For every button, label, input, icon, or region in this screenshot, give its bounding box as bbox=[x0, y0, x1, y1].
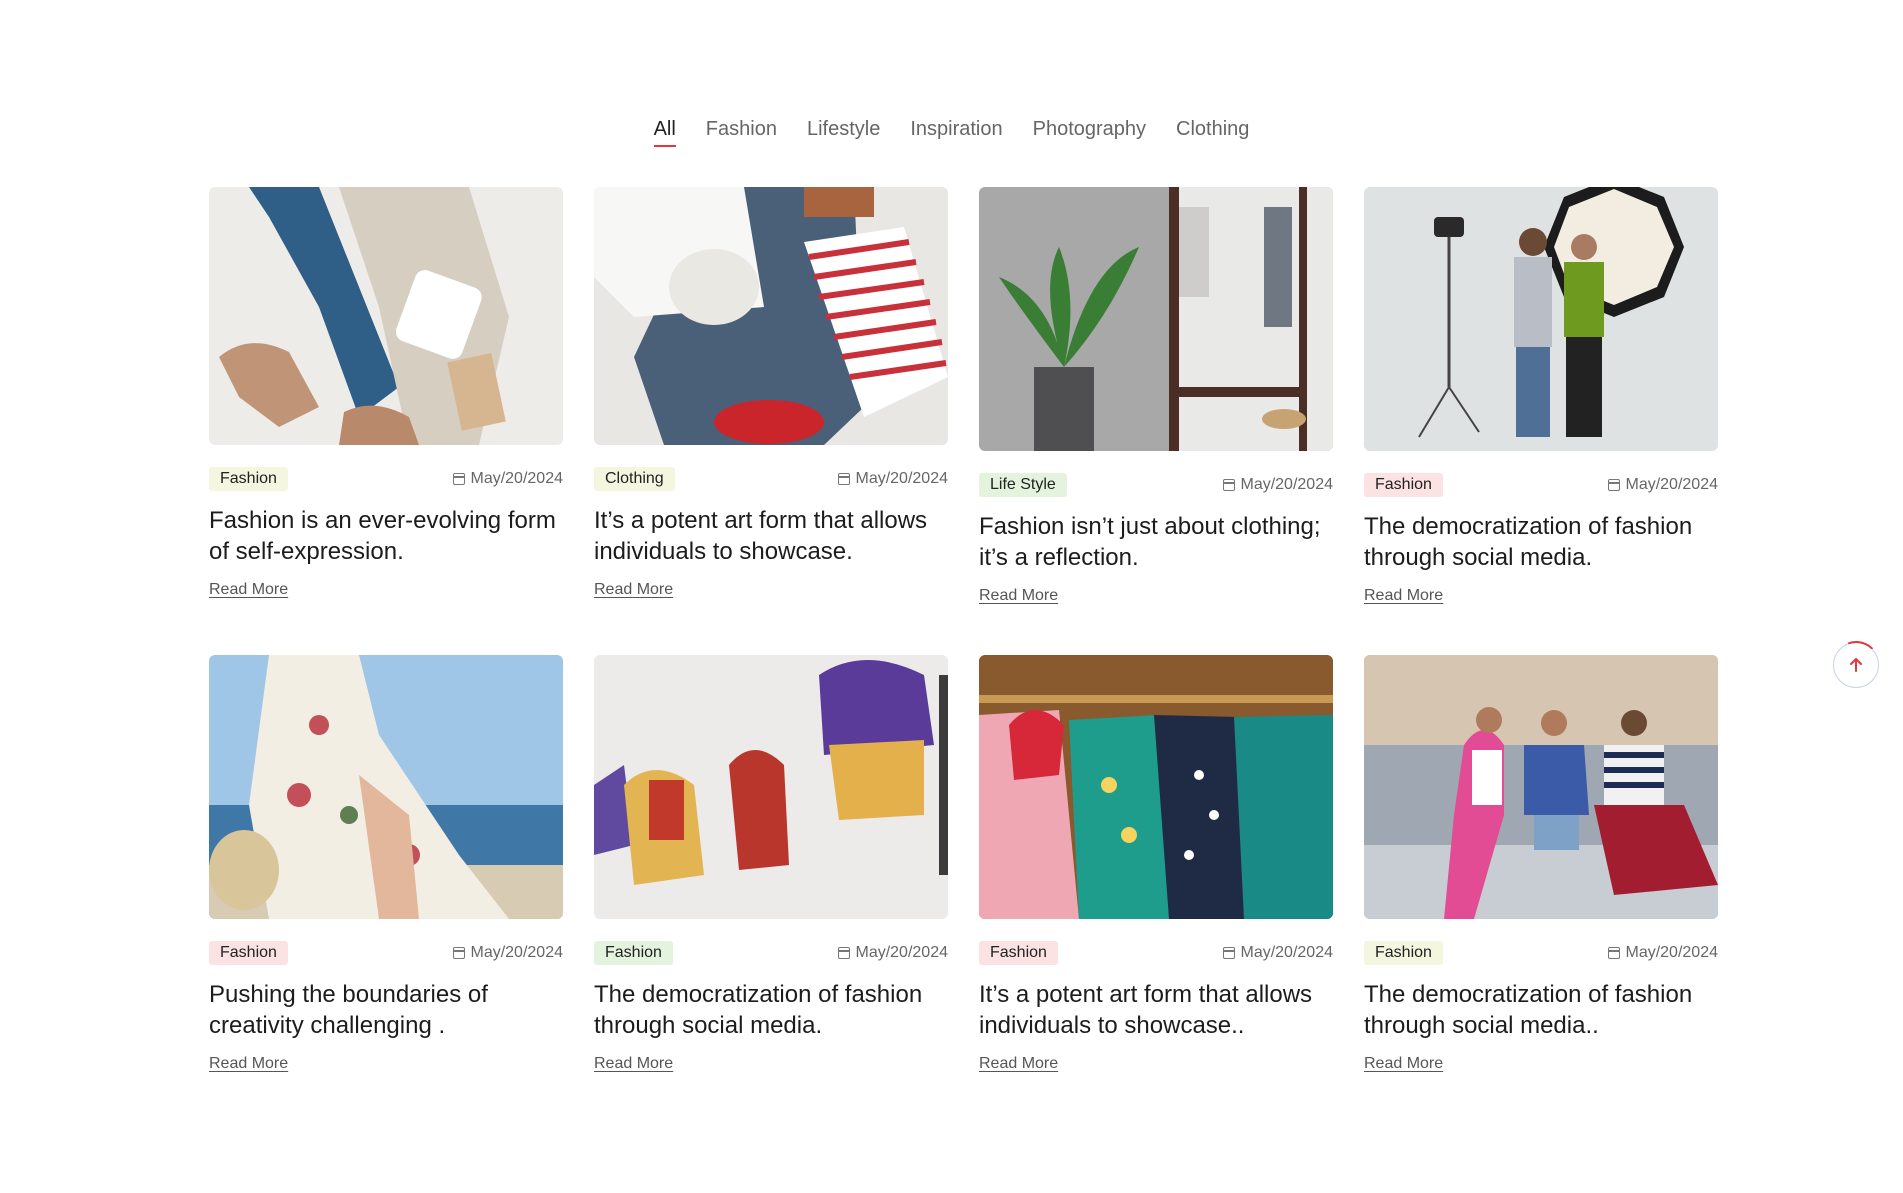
category-tag[interactable]: Life Style bbox=[979, 473, 1067, 497]
read-more-link[interactable]: Read More bbox=[209, 1055, 288, 1073]
read-more-link[interactable]: Read More bbox=[979, 587, 1058, 605]
filter-tab-inspiration[interactable]: Inspiration bbox=[910, 118, 1002, 147]
post-title[interactable]: Fashion is an ever-evolving form of self… bbox=[209, 505, 563, 567]
post-card: Fashion May/20/2024 The democratization … bbox=[594, 655, 948, 1073]
filter-tab-all[interactable]: All bbox=[653, 118, 677, 147]
post-grid: Fashion May/20/2024 Fashion is an ever-e… bbox=[209, 187, 1729, 1073]
post-date: May/20/2024 bbox=[1223, 476, 1333, 494]
post-image[interactable] bbox=[209, 187, 563, 445]
post-title[interactable]: It’s a potent art form that allows indiv… bbox=[979, 979, 1333, 1041]
post-date: May/20/2024 bbox=[838, 470, 948, 488]
post-title[interactable]: Pushing the boundaries of creativity cha… bbox=[209, 979, 563, 1041]
read-more-link[interactable]: Read More bbox=[979, 1055, 1058, 1073]
calendar-icon bbox=[1223, 947, 1236, 959]
post-date: May/20/2024 bbox=[1608, 476, 1718, 494]
post-title[interactable]: The democratization of fashion through s… bbox=[594, 979, 948, 1041]
calendar-icon bbox=[838, 947, 851, 959]
category-tag[interactable]: Fashion bbox=[594, 941, 673, 965]
filter-tab-clothing[interactable]: Clothing bbox=[1176, 118, 1249, 147]
category-tag[interactable]: Fashion bbox=[1364, 473, 1443, 497]
read-more-link[interactable]: Read More bbox=[1364, 1055, 1443, 1073]
category-tag[interactable]: Fashion bbox=[209, 467, 288, 491]
filter-tab-fashion[interactable]: Fashion bbox=[706, 118, 777, 147]
post-title[interactable]: Fashion isn’t just about clothing; it’s … bbox=[979, 511, 1333, 573]
scroll-to-top-button[interactable] bbox=[1833, 642, 1879, 688]
post-date: May/20/2024 bbox=[838, 944, 948, 962]
category-filter: All Fashion Lifestyle Inspiration Photog… bbox=[0, 118, 1903, 147]
post-card: Fashion May/20/2024 It’s a potent art fo… bbox=[979, 655, 1333, 1073]
category-tag[interactable]: Fashion bbox=[209, 941, 288, 965]
post-title[interactable]: The democratization of fashion through s… bbox=[1364, 511, 1718, 573]
post-image[interactable] bbox=[594, 187, 948, 445]
read-more-link[interactable]: Read More bbox=[209, 581, 288, 599]
post-image[interactable] bbox=[1364, 187, 1718, 451]
category-tag[interactable]: Fashion bbox=[979, 941, 1058, 965]
post-title[interactable]: The democratization of fashion through s… bbox=[1364, 979, 1718, 1041]
post-card: Fashion May/20/2024 The democratization … bbox=[1364, 187, 1718, 605]
calendar-icon bbox=[453, 473, 466, 485]
arrow-up-icon bbox=[1850, 658, 1862, 672]
post-card: Clothing May/20/2024 It’s a potent art f… bbox=[594, 187, 948, 605]
calendar-icon bbox=[1223, 479, 1236, 491]
read-more-link[interactable]: Read More bbox=[594, 581, 673, 599]
post-image[interactable] bbox=[979, 655, 1333, 919]
post-date: May/20/2024 bbox=[453, 944, 563, 962]
read-more-link[interactable]: Read More bbox=[594, 1055, 673, 1073]
post-card: Life Style May/20/2024 Fashion isn’t jus… bbox=[979, 187, 1333, 605]
calendar-icon bbox=[1608, 947, 1621, 959]
read-more-link[interactable]: Read More bbox=[1364, 587, 1443, 605]
filter-tab-photography[interactable]: Photography bbox=[1033, 118, 1146, 147]
post-card: Fashion May/20/2024 The democratization … bbox=[1364, 655, 1718, 1073]
post-image[interactable] bbox=[1364, 655, 1718, 919]
calendar-icon bbox=[838, 473, 851, 485]
filter-tab-lifestyle[interactable]: Lifestyle bbox=[807, 118, 880, 147]
post-image[interactable] bbox=[594, 655, 948, 919]
post-image[interactable] bbox=[979, 187, 1333, 451]
post-date: May/20/2024 bbox=[1608, 944, 1718, 962]
post-card: Fashion May/20/2024 Pushing the boundari… bbox=[209, 655, 563, 1073]
post-title[interactable]: It’s a potent art form that allows indiv… bbox=[594, 505, 948, 567]
calendar-icon bbox=[453, 947, 466, 959]
category-tag[interactable]: Clothing bbox=[594, 467, 675, 491]
calendar-icon bbox=[1608, 479, 1621, 491]
post-image[interactable] bbox=[209, 655, 563, 919]
post-card: Fashion May/20/2024 Fashion is an ever-e… bbox=[209, 187, 563, 605]
category-tag[interactable]: Fashion bbox=[1364, 941, 1443, 965]
post-date: May/20/2024 bbox=[453, 470, 563, 488]
post-date: May/20/2024 bbox=[1223, 944, 1333, 962]
